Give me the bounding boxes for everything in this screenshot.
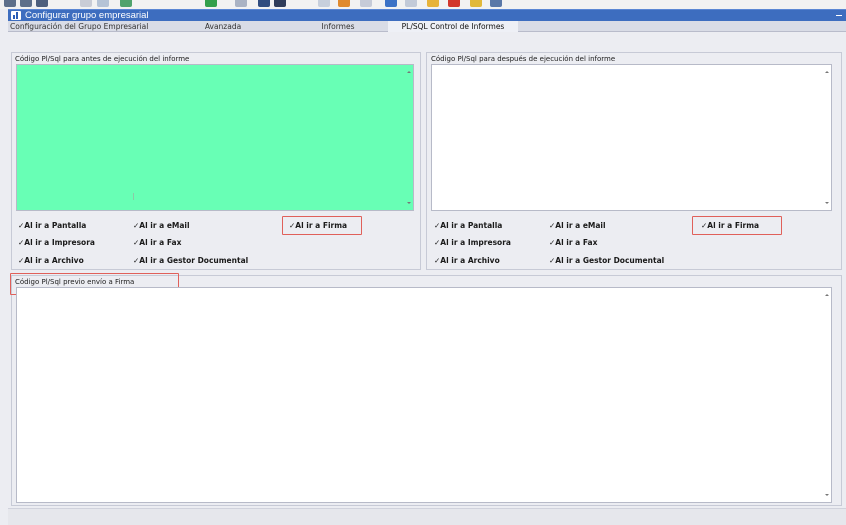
window-title: Configurar grupo empresarial [25, 10, 149, 21]
status-strip [8, 508, 846, 525]
pen-icon[interactable] [360, 0, 372, 7]
after-execution-label: Código Pl/Sql para después de ejecución … [431, 55, 616, 63]
report-icon[interactable] [274, 0, 286, 7]
toolbar [0, 0, 846, 9]
close-icon[interactable] [448, 0, 460, 7]
firma-code-editor[interactable] [16, 287, 832, 503]
filter-icon[interactable] [235, 0, 247, 7]
search-icon[interactable] [318, 0, 330, 7]
back-icon[interactable] [4, 0, 16, 7]
refresh-icon[interactable] [205, 0, 217, 7]
text-cursor [133, 193, 134, 200]
before-execution-label: Código Pl/Sql para antes de ejecución de… [15, 55, 190, 63]
after-check-gestor[interactable]: ✓Al ir a Gestor Documental [549, 256, 664, 266]
after-check-pantalla[interactable]: ✓Al ir a Pantalla [434, 221, 502, 231]
scroll-down-icon[interactable] [825, 494, 829, 496]
last-icon[interactable] [36, 0, 48, 7]
before-check-pantalla[interactable]: ✓Al ir a Pantalla [18, 221, 86, 231]
scroll-up-icon[interactable] [407, 71, 411, 73]
after-execution-code-editor[interactable] [431, 64, 832, 211]
after-firma-highlight [692, 216, 782, 235]
query-icon[interactable] [258, 0, 270, 7]
scroll-up-icon[interactable] [825, 71, 829, 73]
after-check-archivo[interactable]: ✓Al ir a Archivo [434, 256, 500, 266]
minimize-icon[interactable] [836, 15, 842, 16]
forward-icon[interactable] [20, 0, 32, 7]
tab-configuracion[interactable]: Configuración del Grupo Empresarial [8, 21, 168, 32]
user-icon[interactable] [490, 0, 502, 7]
tab-avanzada[interactable]: Avanzada [188, 21, 258, 32]
export-icon[interactable] [120, 0, 132, 7]
edit-icon[interactable] [80, 0, 92, 7]
tab-informes[interactable]: Informes [303, 21, 373, 32]
chart-icon[interactable] [385, 0, 397, 7]
window-titlebar: Configurar grupo empresarial [8, 9, 846, 21]
after-check-email[interactable]: ✓Al ir a eMail [549, 221, 606, 231]
after-check-fax[interactable]: ✓Al ir a Fax [549, 238, 597, 248]
save-icon[interactable] [97, 0, 109, 7]
before-check-gestor[interactable]: ✓Al ir a Gestor Documental [133, 256, 248, 266]
before-check-archivo[interactable]: ✓Al ir a Archivo [18, 256, 84, 266]
before-execution-code-editor[interactable] [16, 64, 414, 211]
before-check-impresora[interactable]: ✓Al ir a Impresora [18, 238, 95, 248]
tab-bar: Configuración del Grupo Empresarial Avan… [8, 21, 846, 32]
before-check-fax[interactable]: ✓Al ir a Fax [133, 238, 181, 248]
after-check-impresora[interactable]: ✓Al ir a Impresora [434, 238, 511, 248]
before-check-email[interactable]: ✓Al ir a eMail [133, 221, 190, 231]
tab-plsql-control[interactable]: PL/SQL Control de Informes [388, 21, 518, 32]
scroll-up-icon[interactable] [825, 294, 829, 296]
before-firma-highlight [282, 216, 362, 235]
scroll-down-icon[interactable] [825, 202, 829, 204]
scroll-down-icon[interactable] [407, 202, 411, 204]
key-icon[interactable] [470, 0, 482, 7]
folder-icon[interactable] [427, 0, 439, 7]
chart-app-icon [11, 11, 21, 20]
zoom-icon[interactable] [405, 0, 417, 7]
tools-icon[interactable] [338, 0, 350, 7]
